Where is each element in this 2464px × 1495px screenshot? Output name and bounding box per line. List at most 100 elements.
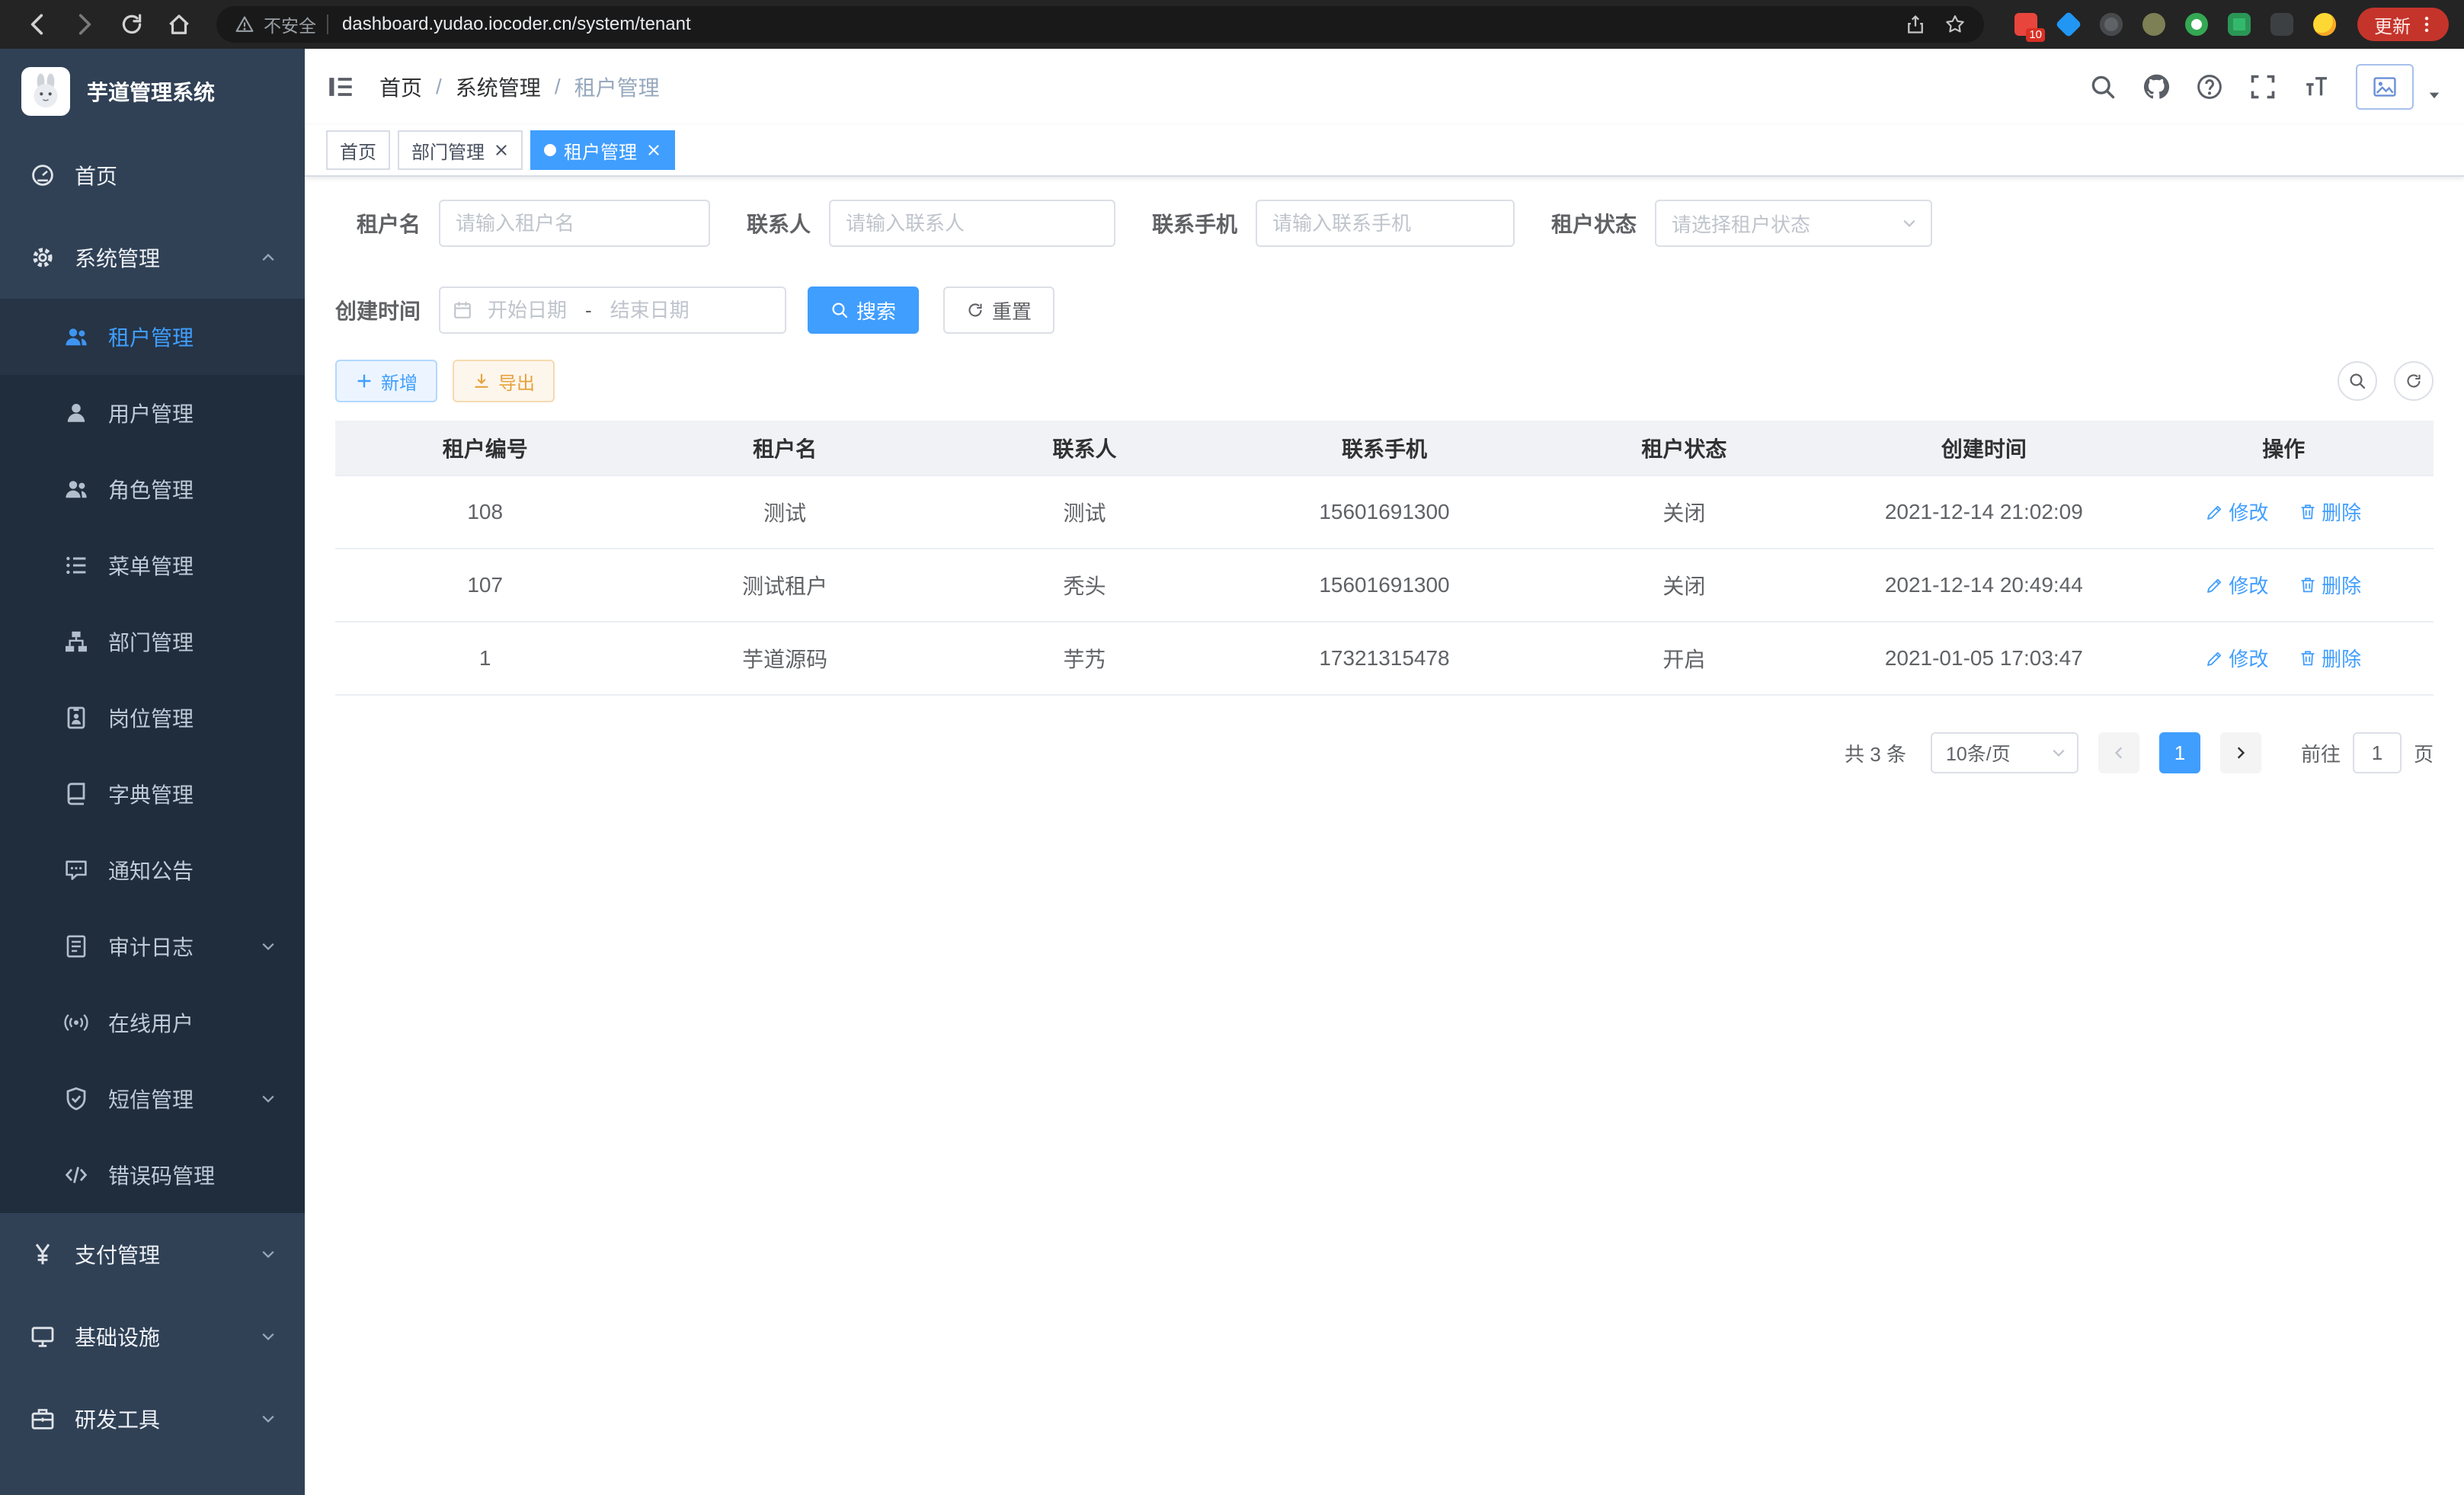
extension-icon[interactable] [2228, 13, 2251, 36]
tab-home[interactable]: 首页 [326, 130, 390, 170]
add-button-label: 新增 [381, 368, 418, 395]
cell-tenant-id: 1 [335, 622, 635, 695]
github-icon[interactable] [2142, 73, 2170, 101]
sidebar-item-menu[interactable]: 菜单管理 [0, 527, 305, 603]
sidebar-fold-icon[interactable] [326, 72, 355, 101]
phone-input[interactable] [1256, 200, 1515, 247]
sidebar-item-tenant[interactable]: 租户管理 [0, 299, 305, 375]
edit-button[interactable]: 修改 [2206, 571, 2268, 599]
toggle-search-button[interactable] [2338, 361, 2377, 401]
signal-icon [64, 1010, 88, 1035]
edit-button[interactable]: 修改 [2206, 498, 2268, 526]
extension-icon[interactable] [2100, 13, 2123, 36]
chevron-up-icon [259, 248, 277, 267]
chevron-down-icon [259, 937, 277, 956]
sidebar-item-error-code[interactable]: 错误码管理 [0, 1137, 305, 1213]
sidebar-item-payment[interactable]: 支付管理 [0, 1213, 305, 1295]
table-row: 107 测试租户 秃头 15601691300 关闭 2021-12-14 20… [335, 549, 2434, 622]
tab-tenant[interactable]: 租户管理 [530, 130, 675, 170]
sidebar-item-dict[interactable]: 字典管理 [0, 756, 305, 832]
close-icon[interactable] [494, 142, 509, 158]
extension-icon[interactable] [2056, 11, 2082, 38]
delete-label: 删除 [2322, 571, 2361, 599]
sidebar-item-role[interactable]: 角色管理 [0, 451, 305, 527]
sidebar-item-online-user[interactable]: 在线用户 [0, 984, 305, 1061]
extension-icon[interactable]: 10 [2014, 13, 2037, 36]
end-date-input[interactable] [595, 299, 705, 322]
browser-home-icon[interactable] [166, 11, 192, 37]
fullscreen-icon[interactable] [2249, 73, 2277, 101]
page-size-select[interactable]: 10条/页 [1931, 732, 2078, 773]
chevron-left-icon [2110, 744, 2128, 762]
header-search-icon[interactable] [2089, 73, 2117, 101]
filter-phone: 联系手机 [1152, 200, 1515, 247]
edit-label: 修改 [2229, 498, 2268, 526]
cell-actions: 修改 删除 [2134, 622, 2434, 695]
export-button[interactable]: 导出 [453, 360, 555, 402]
reload-icon[interactable] [119, 11, 145, 37]
chevron-down-icon [1900, 214, 1918, 232]
tenant-table: 租户编号 租户名 联系人 联系手机 租户状态 创建时间 操作 108 测试 [335, 421, 2434, 696]
back-icon[interactable] [24, 11, 50, 37]
delete-button[interactable]: 删除 [2299, 498, 2361, 526]
font-size-icon[interactable] [2302, 73, 2330, 101]
sidebar-item-dev-tools[interactable]: 研发工具 [0, 1378, 305, 1460]
share-icon[interactable] [1905, 14, 1926, 35]
screen: 不安全 dashboard.yudao.iocoder.cn/system/te… [0, 0, 2464, 1495]
date-range-picker[interactable]: - [439, 287, 786, 334]
forward-icon[interactable] [72, 11, 98, 37]
menu-dots-icon[interactable] [2417, 14, 2437, 34]
caret-down-icon[interactable] [2426, 87, 2443, 104]
sidebar-item-home[interactable]: 首页 [0, 134, 305, 216]
browser-update-button[interactable]: 更新 [2357, 8, 2449, 41]
tenant-name-input[interactable] [439, 200, 710, 247]
contact-input[interactable] [829, 200, 1115, 247]
page-number-button[interactable]: 1 [2159, 732, 2200, 773]
extension-icon[interactable] [2142, 13, 2165, 36]
user-avatar[interactable] [2356, 64, 2414, 110]
help-icon[interactable] [2196, 73, 2223, 101]
extension-icon[interactable] [2185, 13, 2208, 36]
cell-tenant-name: 测试租户 [635, 549, 934, 622]
delete-button[interactable]: 删除 [2299, 571, 2361, 599]
sidebar-item-notice[interactable]: 通知公告 [0, 832, 305, 908]
goto-label: 前往 [2301, 739, 2341, 767]
sidebar-item-infrastructure[interactable]: 基础设施 [0, 1295, 305, 1378]
extension-icon[interactable] [2313, 13, 2336, 36]
refresh-table-button[interactable] [2394, 361, 2434, 401]
tenant-page: 租户名 联系人 联系手机 租户状态 请选择租户状态 [305, 177, 2464, 1495]
cell-status: 关闭 [1534, 475, 1834, 549]
prev-page-button[interactable] [2098, 732, 2139, 773]
close-icon[interactable] [646, 142, 661, 158]
edit-button[interactable]: 修改 [2206, 644, 2268, 672]
filter-status: 租户状态 请选择租户状态 [1551, 200, 1932, 247]
add-button[interactable]: 新增 [335, 360, 437, 402]
sidebar-item-user[interactable]: 用户管理 [0, 375, 305, 451]
sidebar-item-post[interactable]: 岗位管理 [0, 680, 305, 756]
status-select[interactable]: 请选择租户状态 [1655, 200, 1932, 247]
sidebar-item-label: 字典管理 [108, 779, 194, 809]
bookmark-star-icon[interactable] [1944, 14, 1966, 35]
menu-list-icon [64, 553, 88, 578]
sidebar-item-sms[interactable]: 短信管理 [0, 1061, 305, 1137]
refresh-icon [966, 301, 984, 319]
next-page-button[interactable] [2220, 732, 2261, 773]
chevron-down-icon [2050, 744, 2068, 762]
breadcrumb-home[interactable]: 首页 [379, 72, 422, 102]
goto-page-input[interactable] [2353, 732, 2402, 773]
reset-button[interactable]: 重置 [943, 287, 1054, 334]
breadcrumb-system[interactable]: 系统管理 [456, 72, 541, 102]
puzzle-extension-icon[interactable] [2270, 13, 2293, 36]
delete-button[interactable]: 删除 [2299, 644, 2361, 672]
search-button[interactable]: 搜索 [808, 287, 919, 334]
search-icon [830, 301, 849, 319]
extension-badge: 10 [2026, 28, 2045, 42]
chevron-down-icon [259, 1245, 277, 1263]
dashboard-icon [30, 163, 55, 187]
sidebar-item-dept[interactable]: 部门管理 [0, 603, 305, 680]
address-bar[interactable]: 不安全 dashboard.yudao.iocoder.cn/system/te… [216, 6, 1984, 43]
sidebar-item-system[interactable]: 系统管理 [0, 216, 305, 299]
tab-dept[interactable]: 部门管理 [398, 130, 523, 170]
start-date-input[interactable] [472, 299, 582, 322]
sidebar-item-audit-log[interactable]: 审计日志 [0, 908, 305, 984]
